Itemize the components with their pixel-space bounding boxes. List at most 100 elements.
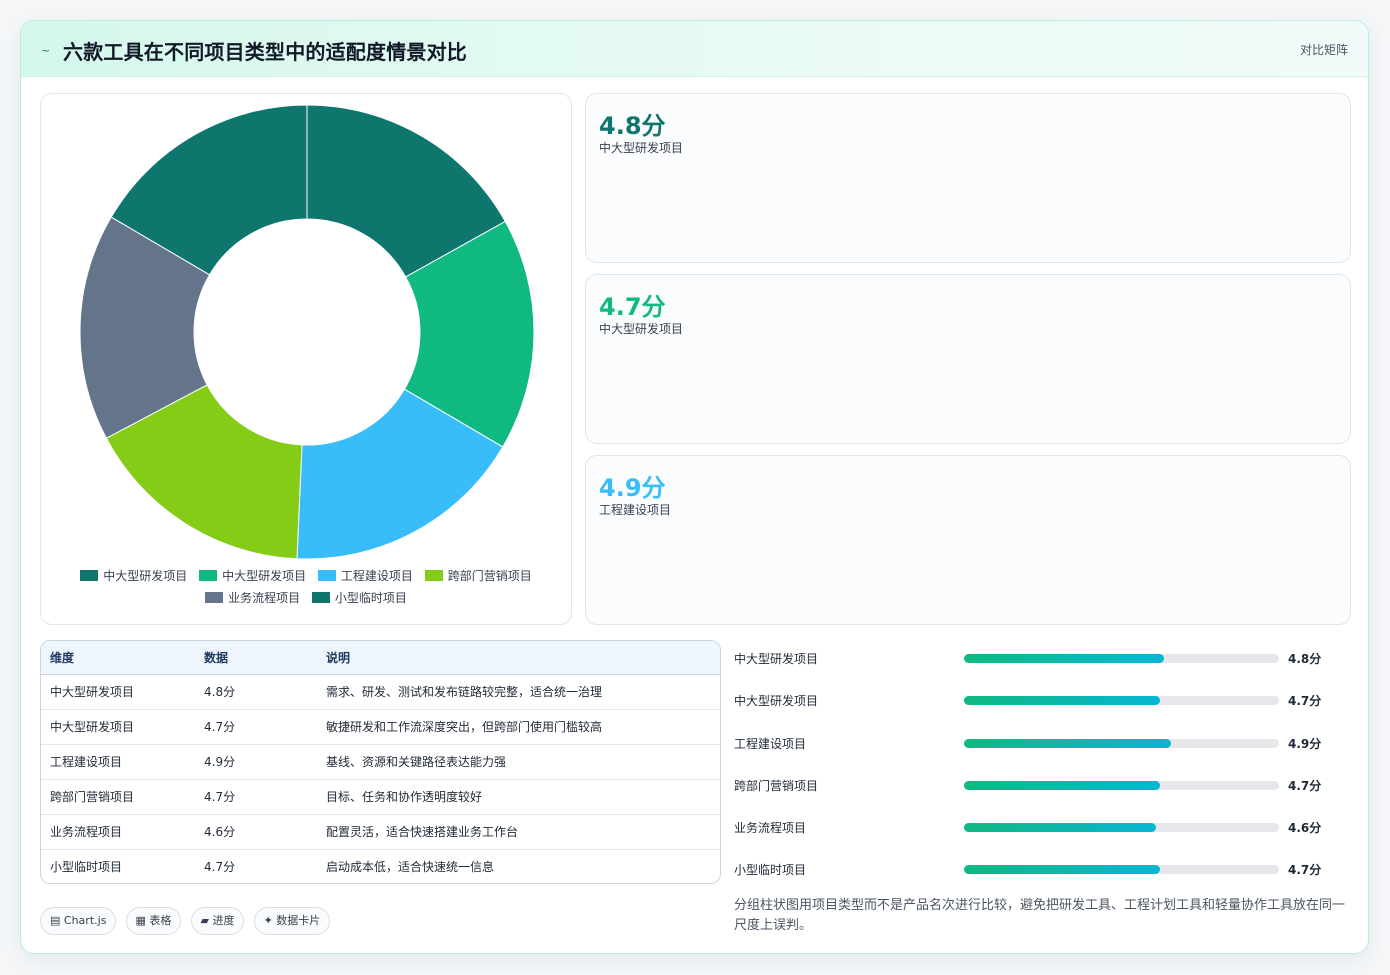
table-cell: 基线、资源和关键路径表达能力强: [326, 744, 720, 780]
progress-row: 小型临时项目 4.7分: [731, 859, 1351, 879]
table-row[interactable]: 业务流程项目 4.6分 配置灵活，适合快速搭建业务工作台: [41, 814, 720, 850]
table-cell: 中大型研发项目: [41, 709, 204, 745]
column-header[interactable]: 维度: [41, 641, 204, 675]
legend-row-2: 业务流程项目 小型临时项目: [41, 587, 571, 609]
legend-label: 跨部门营销项目: [447, 569, 532, 583]
legend-item[interactable]: 中大型研发项目: [80, 565, 187, 587]
table-cell: 4.8分: [204, 674, 326, 710]
table-cell: 中大型研发项目: [41, 674, 204, 710]
progress-value: 4.6分: [1288, 821, 1322, 835]
table-row[interactable]: 工程建设项目 4.9分 基线、资源和关键路径表达能力强: [41, 744, 720, 780]
table-cell: 4.7分: [204, 860, 236, 875]
legend-item[interactable]: 工程建设项目: [317, 565, 413, 587]
stat-label: 工程建设项目: [599, 503, 672, 517]
progress-value: 4.7分: [1288, 779, 1322, 793]
legend-label: 中大型研发项目: [222, 569, 307, 583]
donut-chart-panel: 中大型研发项目 中大型研发项目 工程建设项目 跨部门营销项目 业务流程项目 小型…: [40, 93, 572, 625]
table-row[interactable]: 小型临时项目 4.7分 启动成本低，适合快速统一信息: [41, 849, 720, 883]
stat-card: 4.7分 中大型研发项目: [585, 274, 1351, 444]
legend-swatch: [317, 570, 336, 581]
table-cell: 启动成本低，适合快速统一信息: [326, 860, 495, 875]
stat-value: 4.7分: [599, 293, 666, 321]
legend-label: 工程建设项目: [340, 569, 413, 583]
progress-row: 工程建设项目 4.9分: [731, 733, 1351, 753]
table-cell: 4.7分: [204, 779, 326, 815]
table-cell: 配置灵活，适合快速搭建业务工作台: [326, 814, 720, 850]
progress-row: 跨部门营销项目 4.7分: [731, 775, 1351, 795]
donut-chart: [79, 104, 535, 560]
progress-track: [964, 823, 1279, 832]
progress-track: [964, 696, 1279, 705]
progress-fill: [964, 654, 1165, 663]
chip-label: 进度: [212, 914, 235, 927]
progress-fill: [964, 781, 1160, 790]
footnote: 分组柱状图用项目类型而不是产品名次进行比较，避免把研发工具、工程计划工具和轻量协…: [734, 898, 1346, 933]
progress-fill: [964, 739, 1171, 748]
progress-label: 中大型研发项目: [734, 694, 819, 708]
data-table-panel: 维度 数据 说明 中大型研发项目 4.8分 需求、研发、测试和发布链路较完整，适…: [40, 640, 721, 884]
legend-item[interactable]: 业务流程项目: [205, 587, 300, 609]
legend-item[interactable]: 小型临时项目: [311, 587, 407, 609]
legend-item[interactable]: 中大型研发项目: [199, 565, 306, 587]
legend-swatch: [311, 592, 330, 603]
stat-label: 中大型研发项目: [599, 322, 684, 336]
dashboard-card: ~ 六款工具在不同项目类型中的适配度情景对比 对比矩阵 中大型研发项目 中大型研…: [20, 20, 1369, 954]
progress-track: [964, 781, 1279, 790]
chip-data-card[interactable]: ✦ 数据卡片: [253, 907, 331, 935]
table-cell: 4.6分: [204, 814, 326, 850]
progress-value: 4.7分: [1288, 863, 1322, 877]
progress-label: 小型临时项目: [734, 863, 807, 877]
table-row[interactable]: 中大型研发项目 4.7分 敏捷研发和工作流深度突出，但跨部门使用门槛较高: [41, 709, 720, 745]
column-header[interactable]: 说明: [326, 641, 720, 675]
page-title: 六款工具在不同项目类型中的适配度情景对比: [63, 40, 467, 64]
progress-row: 中大型研发项目 4.8分: [731, 648, 1351, 668]
stat-card: 4.9分 工程建设项目: [585, 455, 1351, 625]
chip-label: 表格: [149, 914, 172, 927]
table-cell: 工程建设项目: [41, 744, 204, 780]
chip-label: 数据卡片: [276, 914, 321, 927]
table-row[interactable]: 中大型研发项目 4.8分 需求、研发、测试和发布链路较完整，适合统一治理: [41, 674, 720, 710]
table-cell: 小型临时项目: [50, 860, 123, 875]
legend-row-1: 中大型研发项目 中大型研发项目 工程建设项目 跨部门营销项目: [41, 565, 571, 587]
progress-row: 中大型研发项目 4.7分: [731, 690, 1351, 710]
table-cell: 需求、研发、测试和发布链路较完整，适合统一治理: [326, 674, 720, 710]
table-cell: 跨部门营销项目: [41, 779, 204, 815]
chip-table[interactable]: ▦ 表格: [125, 907, 182, 935]
table-header-row: 维度 数据 说明: [41, 641, 720, 675]
progress-row: 业务流程项目 4.6分: [731, 817, 1351, 837]
progress-label: 业务流程项目: [734, 821, 807, 835]
table-icon: ▦: [135, 914, 146, 927]
matrix-tag: 对比矩阵: [1299, 43, 1348, 57]
chip-progress[interactable]: ▰ 进度: [190, 907, 245, 935]
legend-label: 小型临时项目: [334, 591, 407, 605]
progress-value: 4.7分: [1288, 694, 1322, 708]
legend-swatch: [199, 570, 218, 581]
column-header[interactable]: 数据: [204, 641, 326, 675]
stat-label: 中大型研发项目: [599, 141, 684, 155]
legend-item[interactable]: 跨部门营销项目: [424, 565, 532, 587]
data-table: 维度 数据 说明 中大型研发项目 4.8分 需求、研发、测试和发布链路较完整，适…: [41, 641, 720, 883]
table-cell: 4.7分: [204, 709, 326, 745]
progress-label: 跨部门营销项目: [734, 779, 819, 793]
table-cell: 目标、任务和协作透明度较好: [326, 779, 720, 815]
stat-value: 4.8分: [599, 112, 666, 140]
progress-bars: 中大型研发项目 4.8分 中大型研发项目 4.7分 工程建设项目 4.9分 跨部…: [731, 640, 1351, 900]
progress-label: 中大型研发项目: [734, 652, 819, 666]
progress-value: 4.9分: [1288, 737, 1322, 751]
trend-icon: ~: [41, 44, 51, 57]
legend-swatch: [424, 570, 443, 581]
legend-label: 中大型研发项目: [103, 569, 188, 583]
chip-chartjs[interactable]: ▤ Chart.js: [40, 907, 117, 935]
table-cell: 业务流程项目: [41, 814, 204, 850]
stat-value: 4.9分: [599, 474, 666, 502]
chart-icon: ▤: [50, 914, 61, 927]
legend-label: 业务流程项目: [228, 591, 301, 605]
table-row[interactable]: 跨部门营销项目 4.7分 目标、任务和协作透明度较好: [41, 779, 720, 815]
header-bar: ~ 六款工具在不同项目类型中的适配度情景对比 对比矩阵: [21, 21, 1368, 77]
progress-track: [964, 654, 1279, 663]
progress-fill: [964, 865, 1160, 874]
progress-fill: [964, 823, 1156, 832]
sparkle-icon: ✦: [263, 914, 273, 927]
progress-label: 工程建设项目: [734, 737, 807, 751]
progress-track: [964, 865, 1279, 874]
